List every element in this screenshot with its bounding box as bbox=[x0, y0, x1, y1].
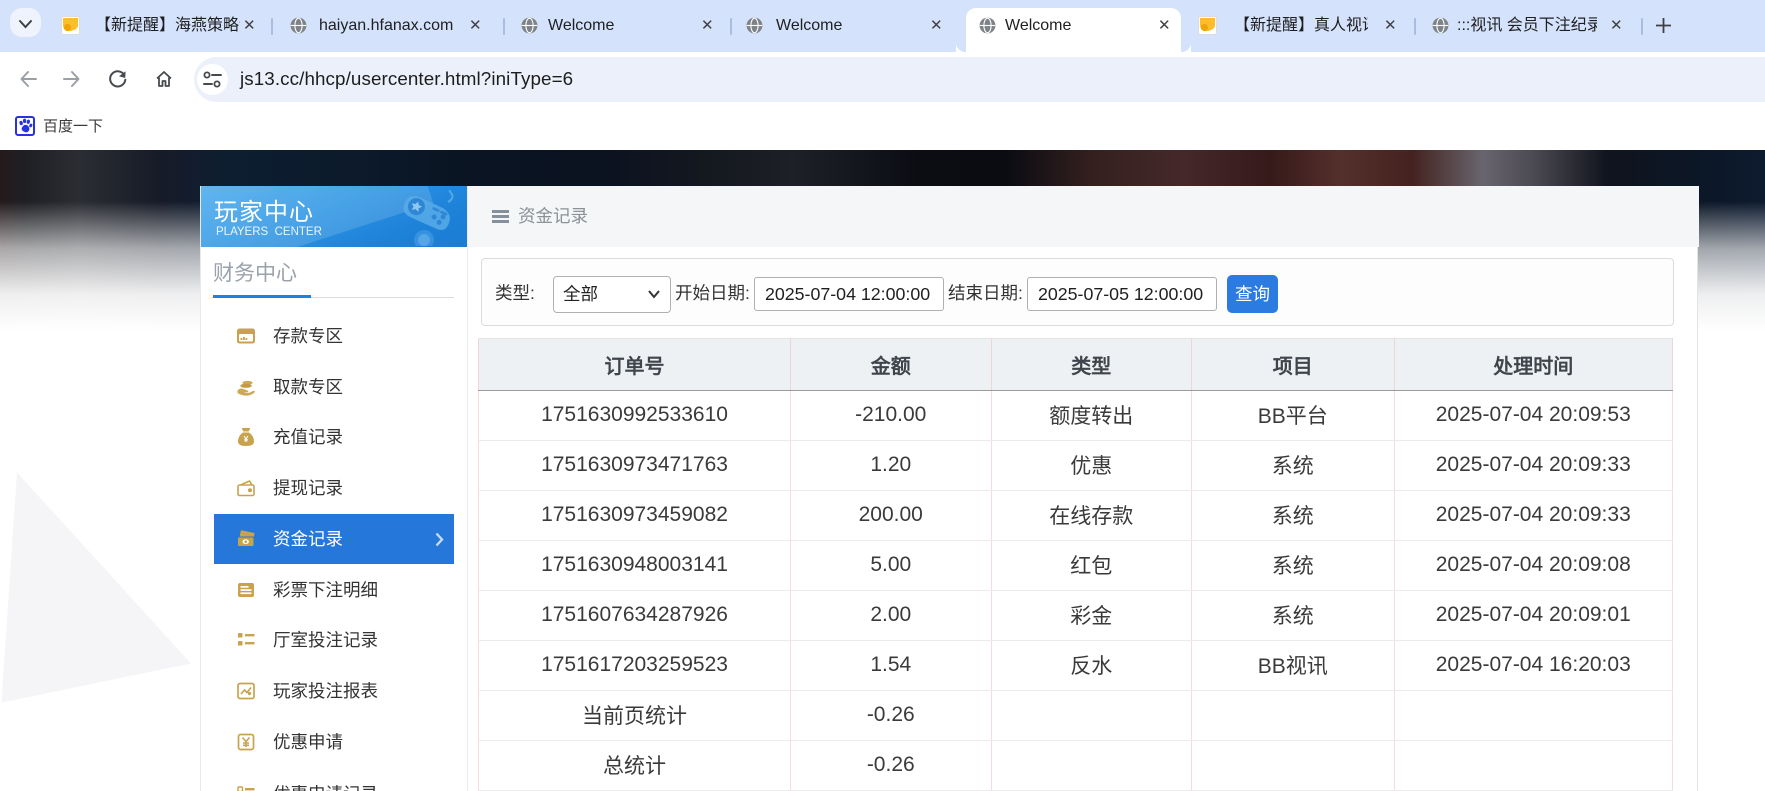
svg-text:¥: ¥ bbox=[244, 434, 249, 444]
